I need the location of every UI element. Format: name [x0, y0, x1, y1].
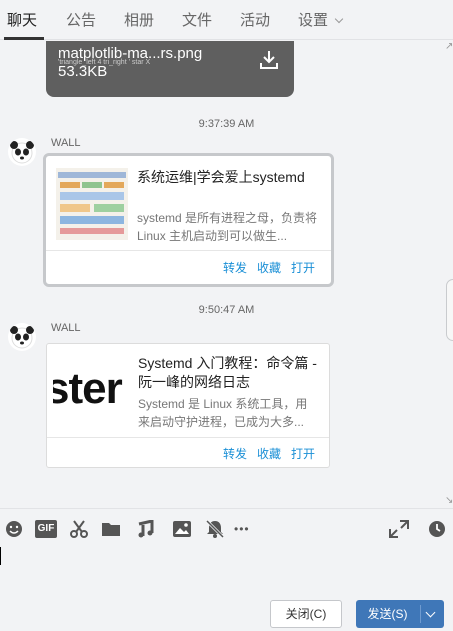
link-description: systemd 是所有进程之母，负责将 Linux 主机启动到可以做生... — [137, 211, 318, 243]
tab-files[interactable]: 文件 — [182, 9, 212, 30]
tab-announcements[interactable]: 公告 — [66, 9, 96, 30]
gif-icon[interactable]: GIF — [35, 520, 57, 538]
sender-name: WALL — [51, 137, 81, 149]
favorite-button[interactable]: 收藏 — [257, 259, 281, 276]
message-timestamp: 9:50:47 AM — [198, 304, 255, 316]
close-button[interactable]: 关闭(C) — [270, 600, 342, 628]
message-input-area[interactable]: 关闭(C) 发送(S) — [0, 540, 453, 631]
expand-arrow-icon: ↗ — [445, 41, 453, 52]
history-clock-icon[interactable] — [427, 520, 447, 538]
link-card[interactable]: 系统运维|学会爱上systemd systemd 是所有进程之母，负责将 Lin… — [43, 153, 334, 287]
thumbnail-text: ster — [53, 364, 123, 413]
avatar[interactable] — [8, 323, 36, 351]
card-divider — [47, 437, 329, 438]
file-message-card[interactable]: 'triangle_left 4 tri_right ' star X matp… — [46, 41, 294, 97]
favorite-button[interactable]: 收藏 — [257, 445, 281, 462]
file-name: matplotlib-ma...rs.png — [58, 45, 203, 62]
open-button[interactable]: 打开 — [291, 259, 315, 276]
card-divider — [46, 250, 331, 251]
chevron-down-icon — [334, 14, 344, 24]
send-button-separator — [420, 605, 421, 623]
scroll-down-arrow-icon[interactable]: ↘ — [445, 495, 453, 506]
more-icon[interactable]: ••• — [234, 520, 258, 538]
image-icon[interactable] — [172, 520, 192, 538]
send-button[interactable]: 发送(S) — [356, 600, 444, 628]
tab-bar: 聊天 公告 相册 文件 活动 设置 — [0, 0, 453, 40]
forward-button[interactable]: 转发 — [223, 445, 247, 462]
link-thumbnail: ster — [53, 354, 131, 432]
link-description: Systemd 是 Linux 系统工具，用来启动守护进程，已成为大多... — [138, 397, 308, 429]
expand-icon[interactable] — [389, 520, 409, 538]
tab-settings[interactable]: 设置 — [298, 9, 344, 30]
chat-history[interactable]: ↗ 'triangle_left 4 tri_right ' star X ma… — [0, 41, 453, 508]
download-icon[interactable] — [257, 48, 281, 72]
tab-activities[interactable]: 活动 — [240, 9, 270, 30]
forward-button[interactable]: 转发 — [223, 259, 247, 276]
avatar[interactable] — [8, 138, 36, 166]
panda-avatar-icon — [10, 326, 34, 349]
sender-name: WALL — [51, 322, 81, 334]
tab-settings-label: 设置 — [298, 12, 329, 29]
link-title[interactable]: Systemd 入门教程：命令篇 - 阮一峰的网络日志 — [138, 354, 318, 392]
open-button[interactable]: 打开 — [291, 445, 315, 462]
tab-album[interactable]: 相册 — [124, 9, 154, 30]
link-card[interactable]: ster Systemd 入门教程：命令篇 - 阮一峰的网络日志 Systemd… — [46, 343, 330, 468]
file-size: 53.3KB — [58, 63, 108, 80]
tab-chat[interactable]: 聊天 — [7, 9, 37, 30]
emoji-icon[interactable] — [4, 520, 24, 538]
music-icon[interactable] — [136, 520, 156, 538]
folder-icon[interactable] — [101, 520, 121, 538]
message-timestamp: 9:37:39 AM — [198, 118, 255, 130]
bell-off-icon[interactable] — [205, 520, 225, 538]
scissors-icon[interactable] — [69, 520, 89, 538]
text-caret — [0, 547, 1, 565]
send-options-chevron-icon[interactable] — [425, 607, 436, 618]
link-thumbnail — [56, 168, 128, 240]
panda-avatar-icon — [10, 141, 34, 164]
send-button-label: 发送(S) — [367, 607, 408, 621]
active-tab-indicator — [4, 37, 44, 40]
link-title[interactable]: 系统运维|学会爱上systemd — [137, 168, 317, 187]
